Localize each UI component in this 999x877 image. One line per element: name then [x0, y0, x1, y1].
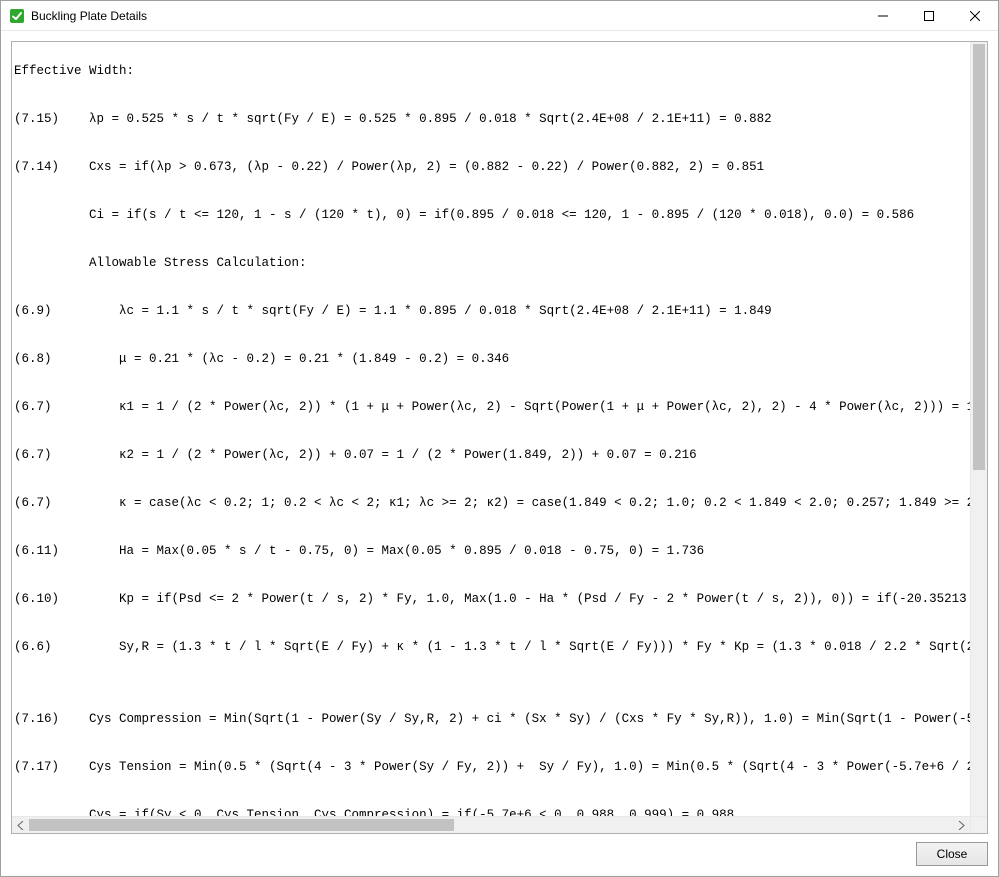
close-window-button[interactable]	[952, 1, 998, 31]
titlebar[interactable]: Buckling Plate Details	[1, 1, 998, 31]
details-text[interactable]: Effective Width: (7.15) λp = 0.525 * s /…	[12, 55, 970, 821]
dialog-window: Buckling Plate Details Effective Width: …	[0, 0, 999, 877]
horizontal-scrollbar[interactable]	[12, 816, 970, 833]
horizontal-scroll-thumb[interactable]	[29, 819, 454, 831]
app-icon	[9, 8, 25, 24]
vertical-scroll-thumb[interactable]	[973, 44, 985, 470]
vertical-scrollbar[interactable]	[970, 42, 987, 816]
close-button[interactable]: Close	[916, 842, 988, 866]
window-title: Buckling Plate Details	[31, 9, 147, 23]
client-area: Effective Width: (7.15) λp = 0.525 * s /…	[1, 31, 998, 876]
details-text-frame: Effective Width: (7.15) λp = 0.525 * s /…	[11, 41, 988, 834]
scroll-left-arrow-icon[interactable]	[12, 817, 29, 833]
minimize-button[interactable]	[860, 1, 906, 31]
dialog-footer: Close	[11, 834, 988, 866]
scroll-right-arrow-icon[interactable]	[953, 817, 970, 833]
scrollbar-corner	[970, 816, 987, 833]
horizontal-scroll-track[interactable]	[29, 817, 953, 833]
maximize-button[interactable]	[906, 1, 952, 31]
details-text-viewport: Effective Width: (7.15) λp = 0.525 * s /…	[12, 42, 987, 833]
